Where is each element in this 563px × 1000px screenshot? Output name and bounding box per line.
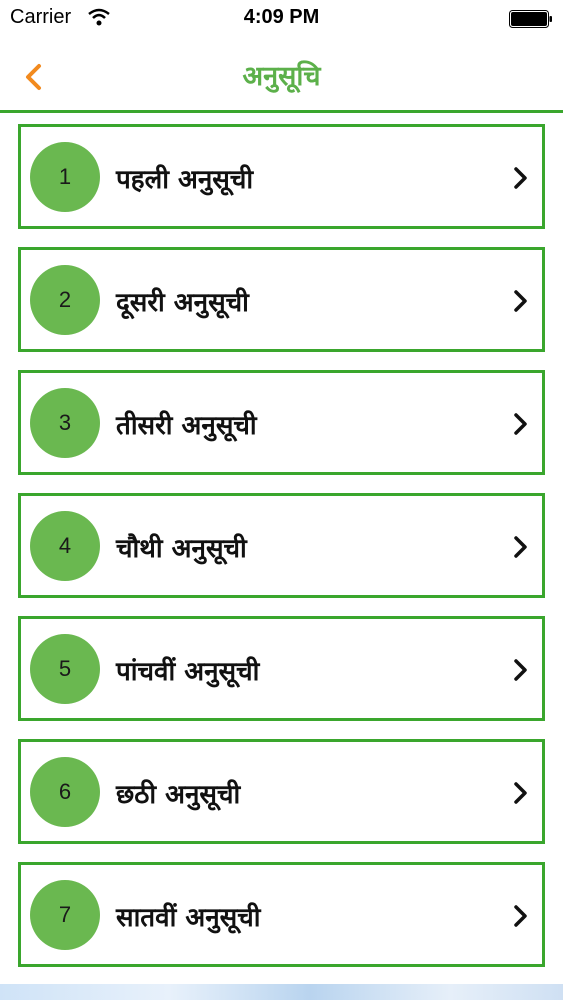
- schedule-list: 1 पहली अनुसूची 2 दूसरी अनुसूची 3 तीसरी अ…: [18, 124, 545, 985]
- page-title: अनुसूचि: [242, 61, 321, 92]
- navigation-bar: अनुसूचि: [0, 40, 563, 113]
- chevron-right-icon: [514, 413, 527, 435]
- chevron-right-icon: [514, 290, 527, 312]
- list-item[interactable]: 2 दूसरी अनुसूची: [18, 247, 545, 352]
- item-label: पहली अनुसूची: [116, 165, 254, 195]
- item-label: दूसरी अनुसूची: [116, 288, 249, 318]
- bottom-background-strip: [0, 984, 563, 1000]
- item-label: पांचवीं अनुसूची: [116, 657, 260, 687]
- list-item[interactable]: 4 चौथी अनुसूची: [18, 493, 545, 598]
- battery-icon: [509, 10, 552, 28]
- chevron-right-icon: [514, 905, 527, 927]
- chevron-right-icon: [514, 782, 527, 804]
- list-item[interactable]: 7 सातवीं अनुसूची: [18, 862, 545, 967]
- chevron-right-icon: [514, 167, 527, 189]
- list-item[interactable]: 1 पहली अनुसूची: [18, 124, 545, 229]
- item-number-badge: 2: [30, 265, 100, 335]
- item-label: सातवीं अनुसूची: [116, 903, 261, 933]
- list-item[interactable]: 6 छठी अनुसूची: [18, 739, 545, 844]
- item-number-badge: 6: [30, 757, 100, 827]
- item-label: चौथी अनुसूची: [116, 534, 247, 564]
- item-number-badge: 5: [30, 634, 100, 704]
- list-item[interactable]: 3 तीसरी अनुसूची: [18, 370, 545, 475]
- item-label: छठी अनुसूची: [116, 780, 241, 810]
- status-time: 4:09 PM: [243, 6, 320, 28]
- item-number-badge: 1: [30, 142, 100, 212]
- item-number-badge: 7: [30, 880, 100, 950]
- chevron-right-icon: [514, 536, 527, 558]
- item-number-badge: 4: [30, 511, 100, 581]
- item-label: तीसरी अनुसूची: [116, 411, 257, 441]
- item-number-badge: 3: [30, 388, 100, 458]
- list-item[interactable]: 5 पांचवीं अनुसूची: [18, 616, 545, 721]
- status-bar: Carrier 4:09 PM: [0, 0, 563, 40]
- chevron-right-icon: [514, 659, 527, 681]
